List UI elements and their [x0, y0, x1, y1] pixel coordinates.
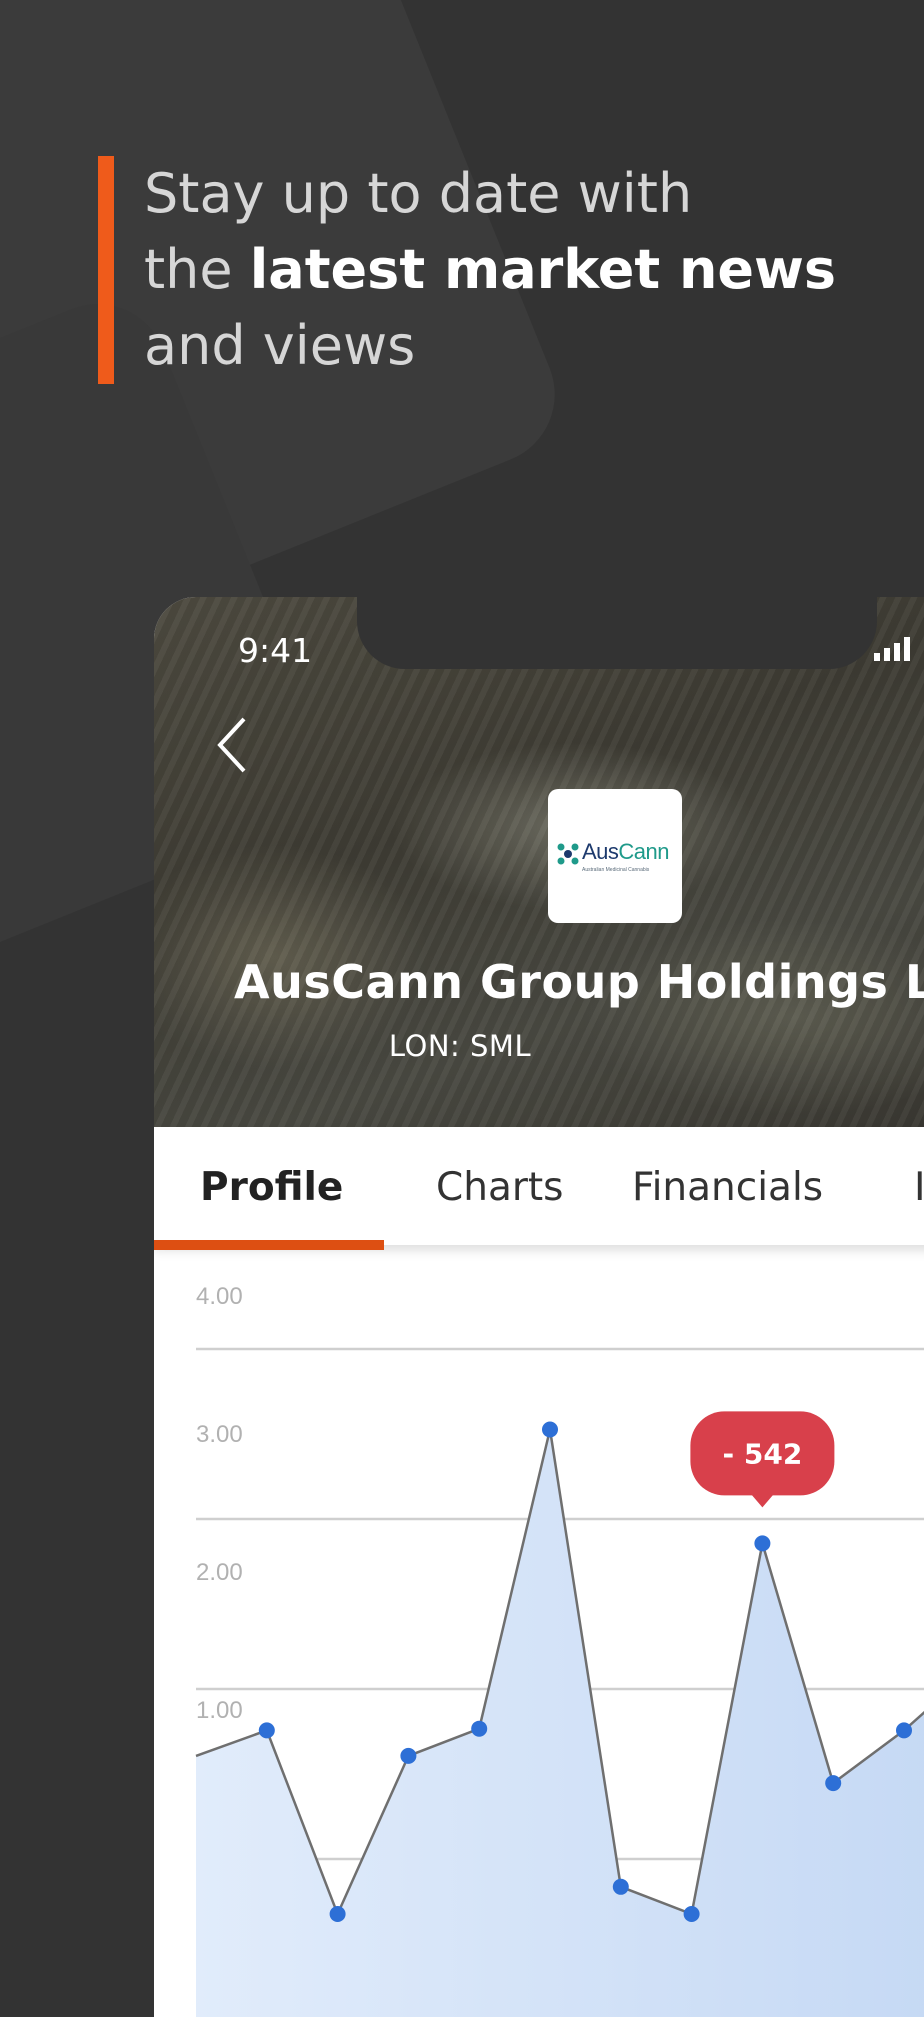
- data-point[interactable]: [825, 1775, 841, 1791]
- data-point[interactable]: [330, 1906, 346, 1922]
- ticker-symbol: LON: SML: [154, 1029, 922, 1063]
- y-tick-label: 3.00: [196, 1421, 243, 1448]
- logo-wordmark: AusCann: [582, 839, 669, 865]
- data-point[interactable]: [896, 1722, 912, 1738]
- logo-mark-icon: [556, 841, 580, 867]
- callout-label: - 542: [722, 1437, 802, 1470]
- data-point[interactable]: [613, 1879, 629, 1895]
- headline-line3: and views: [144, 314, 415, 377]
- tab-charts[interactable]: Charts: [436, 1165, 564, 1210]
- company-logo: AusCann Australian Medicinal Cannabis: [548, 789, 682, 923]
- y-tick-label: 1.00: [196, 1697, 243, 1724]
- headline-line2-bold: latest market news: [250, 238, 836, 301]
- back-arrow-icon[interactable]: [214, 715, 254, 775]
- data-point[interactable]: [754, 1535, 770, 1551]
- y-tick-label: 4.00: [196, 1283, 243, 1310]
- phone-notch: [357, 597, 877, 669]
- signal-icon: [874, 637, 920, 661]
- company-name: AusCann Group Holdings L: [234, 955, 924, 1009]
- phone-mockup: 9:41 AusCann Australian Medicinal Cannab…: [154, 597, 924, 2017]
- price-chart[interactable]: 4.00 3.00 2.00 1.00 - 542: [154, 1249, 924, 2017]
- tab-profile[interactable]: Profile: [200, 1165, 343, 1210]
- data-point[interactable]: [259, 1722, 275, 1738]
- value-callout: - 542: [690, 1411, 834, 1507]
- data-point[interactable]: [542, 1422, 558, 1438]
- logo-subtitle: Australian Medicinal Cannabis: [582, 867, 649, 873]
- headline-line1: Stay up to date with: [144, 162, 692, 225]
- y-tick-label: 2.00: [196, 1559, 243, 1586]
- tab-next[interactable]: I: [914, 1165, 924, 1210]
- tab-bar: Profile Charts Financials I: [154, 1127, 924, 1245]
- active-tab-indicator: [154, 1240, 384, 1250]
- headline: Stay up to date with the latest market n…: [98, 156, 904, 384]
- headline-line2-prefix: the: [144, 238, 250, 301]
- data-point[interactable]: [684, 1906, 700, 1922]
- status-time: 9:41: [238, 631, 312, 670]
- data-point[interactable]: [471, 1721, 487, 1737]
- tab-financials[interactable]: Financials: [632, 1165, 823, 1210]
- data-point[interactable]: [400, 1748, 416, 1764]
